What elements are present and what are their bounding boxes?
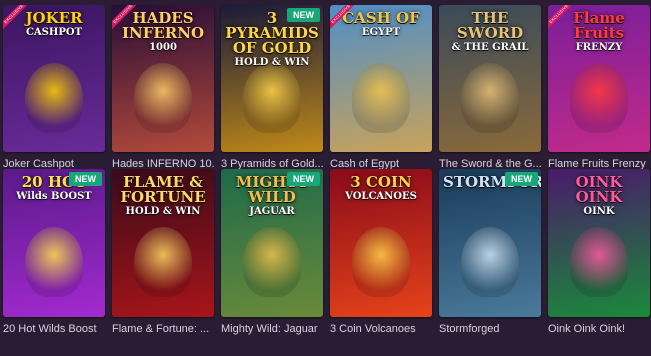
game-tile-oink[interactable]: OINK OINK OINK Oink Oink Oink!: [548, 169, 650, 339]
viking-icon: [461, 227, 519, 297]
game-tile-hades[interactable]: HADES INFERNO 1000 EXCLUSIVE Hades INFERNO …: [112, 5, 214, 170]
hades-figure-icon: [134, 63, 192, 133]
game-tile-pyramids[interactable]: 3 PYRAMIDS OF GOLD HOLD & WIN NEW 3 Pyramid…: [221, 5, 323, 170]
game-logo-line1: FLAME & FORTUNE: [120, 173, 206, 206]
game-logo: FLAME & FORTUNE HOLD & WIN: [116, 175, 210, 217]
game-thumbnail[interactable]: CASH OF EGYPT EXCLUSIVE: [330, 5, 432, 152]
game-tile-storm[interactable]: STORMFORGEDNEW Stormforged: [439, 169, 541, 339]
jaguar-icon: [243, 227, 301, 297]
exclusive-ribbon: EXCLUSIVE: [112, 5, 140, 33]
game-thumbnail[interactable]: 3 PYRAMIDS OF GOLD HOLD & WIN NEW: [221, 5, 323, 152]
game-logo-line2: HOLD & WIN: [125, 206, 201, 217]
game-logo-line1: THE SWORD: [456, 9, 524, 42]
game-tile-fortune[interactable]: FLAME & FORTUNE HOLD & WIN Flame & Fortune…: [112, 169, 214, 339]
volcano-icon: [352, 227, 410, 297]
game-title[interactable]: Flame & Fortune: ...: [112, 323, 214, 335]
game-logo-line2: HOLD & WIN: [234, 57, 310, 68]
game-tile-flame[interactable]: Flame Fruits FRENZY EXCLUSIVE Flame Fruits …: [548, 5, 650, 170]
game-logo-line2: VOLCANOES: [345, 191, 417, 202]
game-thumbnail[interactable]: Flame Fruits FRENZY EXCLUSIVE: [548, 5, 650, 152]
new-badge: NEW: [69, 172, 102, 186]
game-tile-wilds[interactable]: 20 HOT Wilds BOOST NEW 20 Hot Wilds Boost: [3, 169, 105, 339]
seven-icon: [570, 63, 628, 133]
game-thumbnail[interactable]: JOKER CASHPOT EXCLUSIVE: [3, 5, 105, 152]
joker-face-icon: [25, 63, 83, 133]
game-thumbnail[interactable]: OINK OINK OINK: [548, 169, 650, 317]
cleopatra-icon: [352, 63, 410, 133]
game-tile-sword[interactable]: THE SWORD & THE GRAIL The Sword & the G...: [439, 5, 541, 170]
game-thumbnail[interactable]: 3 COIN VOLCANOES: [330, 169, 432, 317]
game-logo: 3 COIN VOLCANOES: [334, 175, 428, 202]
game-tile-volcano[interactable]: 3 COIN VOLCANOES 3 Coin Volcanoes: [330, 169, 432, 339]
game-thumbnail[interactable]: FLAME & FORTUNE HOLD & WIN: [112, 169, 214, 317]
exclusive-ribbon-label: EXCLUSIVE: [112, 5, 140, 33]
seven-icon: [25, 227, 83, 297]
game-logo-line2: 1000: [149, 42, 177, 53]
game-title[interactable]: 3 Coin Volcanoes: [330, 323, 432, 335]
pig-icon: [570, 227, 628, 297]
game-logo: THE SWORD & THE GRAIL: [443, 11, 537, 53]
knight-icon: [461, 63, 519, 133]
exclusive-ribbon: EXCLUSIVE: [548, 5, 576, 33]
game-logo-line2: JAGUAR: [249, 206, 295, 217]
game-thumbnail[interactable]: THE SWORD & THE GRAIL: [439, 5, 541, 152]
game-logo-line2: Wilds BOOST: [16, 191, 92, 202]
game-thumbnail[interactable]: HADES INFERNO 1000 EXCLUSIVE: [112, 5, 214, 152]
game-tile-joker[interactable]: JOKER CASHPOT EXCLUSIVE Joker Cashpot: [3, 5, 105, 170]
game-title[interactable]: Oink Oink Oink!: [548, 323, 650, 335]
silver-coin-icon: [134, 227, 192, 297]
game-tile-jaguar[interactable]: MIGHTY WILD JAGUAR NEW Mighty Wild: Jaguar: [221, 169, 323, 339]
game-logo-line1: 3 COIN: [350, 173, 412, 191]
game-logo: OINK OINK OINK: [552, 175, 646, 217]
game-logo-line2: & THE GRAIL: [451, 42, 529, 53]
game-logo-line2: FRENZY: [575, 42, 623, 53]
game-thumbnail[interactable]: STORMFORGEDNEW: [439, 169, 541, 317]
game-title[interactable]: 20 Hot Wilds Boost: [3, 323, 105, 335]
game-grid: JOKER CASHPOT EXCLUSIVE Joker Cashpot HADES …: [0, 0, 651, 339]
game-thumbnail[interactable]: 20 HOT Wilds BOOST NEW: [3, 169, 105, 317]
game-logo-line1: OINK OINK: [575, 173, 623, 206]
exclusive-ribbon: EXCLUSIVE: [330, 5, 358, 33]
pharaoh-mask-icon: [243, 63, 301, 133]
game-tile-egypt[interactable]: CASH OF EGYPT EXCLUSIVE Cash of Egypt: [330, 5, 432, 170]
game-logo-line2: OINK: [583, 206, 615, 217]
exclusive-ribbon: EXCLUSIVE: [3, 5, 31, 33]
new-badge: NEW: [287, 172, 320, 186]
exclusive-ribbon-label: EXCLUSIVE: [330, 5, 358, 33]
new-badge: NEW: [505, 172, 538, 186]
game-thumbnail[interactable]: MIGHTY WILD JAGUAR NEW: [221, 169, 323, 317]
exclusive-ribbon-label: EXCLUSIVE: [3, 5, 31, 33]
game-title[interactable]: Stormforged: [439, 323, 541, 335]
game-title[interactable]: Mighty Wild: Jaguar: [221, 323, 323, 335]
exclusive-ribbon-label: EXCLUSIVE: [548, 5, 576, 33]
new-badge: NEW: [287, 8, 320, 22]
